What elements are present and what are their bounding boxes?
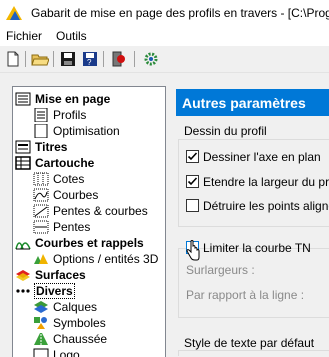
road-icon: [34, 333, 48, 345]
window-title: Gabarit de mise en page des profils en t…: [31, 6, 329, 20]
tree-item-label: Courbes et rappels: [35, 236, 144, 250]
tree-item-label: Divers: [34, 283, 75, 299]
menu-outils[interactable]: Outils: [56, 29, 87, 43]
checkbox-label: Limiter la courbe TN: [203, 241, 311, 255]
checkbox-label: Dessiner l'axe en plan: [203, 150, 321, 164]
green-curves-icon: [15, 242, 31, 250]
blank-page-icon: [34, 124, 48, 138]
checkbox-box[interactable]: [186, 199, 199, 212]
check-icon: [187, 177, 198, 186]
tree-item-label: Cotes: [53, 172, 85, 186]
tree-item-label: Chaussée: [53, 332, 108, 346]
profile-icon: [34, 108, 48, 122]
par-rapport-ligne-label: Par rapport à la ligne :: [186, 288, 305, 302]
tree-item-label: Courbes: [53, 188, 99, 202]
menu-bar: Fichier Outils: [0, 26, 329, 46]
group-title: Dessin du profil: [182, 124, 269, 138]
check-icon: [187, 152, 198, 161]
group-title: Style de texte par défaut: [182, 336, 317, 350]
surlargeurs-label: Surlargeurs :: [186, 263, 255, 277]
curve-icon: [33, 188, 49, 202]
dimension-grid-icon: [33, 172, 49, 186]
exit-icon[interactable]: [110, 50, 128, 68]
tree-item-label: Pentes: [53, 220, 91, 234]
save-icon[interactable]: [59, 50, 77, 68]
settings-gear-icon[interactable]: [142, 50, 160, 68]
surfaces-icon: [16, 270, 30, 281]
tree-item-label: Surfaces: [35, 268, 86, 282]
symbols-icon: [34, 317, 47, 329]
layers-icon: [34, 301, 48, 313]
tree-item-label: Options / entités 3D: [53, 252, 159, 266]
svg-text:?: ?: [87, 58, 92, 67]
tree-item-label: Cartouche: [35, 156, 95, 170]
toolbar-separator: [53, 51, 54, 67]
options-3d-icon: [34, 254, 48, 264]
panel-header: Autres paramètres: [176, 89, 329, 116]
open-folder-icon[interactable]: [31, 50, 49, 68]
toolbar: ?: [0, 46, 329, 73]
tree-item-label: Profils: [53, 108, 87, 122]
checkbox-label: Etendre la largeur du profil: [203, 175, 329, 189]
title-bar: Gabarit de mise en page des profils en t…: [0, 0, 329, 26]
group-style-texte: [178, 350, 329, 356]
toolbar-separator: [103, 51, 104, 67]
dots-icon: [16, 289, 30, 293]
tree-item-label: Symboles: [53, 316, 106, 330]
tree-item-label: Calques: [53, 300, 98, 314]
mouse-pointer-icon: [186, 240, 200, 261]
slope-icon: [33, 220, 49, 234]
menu-fichier[interactable]: Fichier: [6, 29, 42, 43]
tree-item-label: Titres: [35, 140, 68, 154]
save-as-icon[interactable]: ?: [81, 50, 99, 68]
slope-curve-icon: [33, 204, 49, 218]
tree-item-label: Optimisation: [53, 124, 120, 138]
page-layout-icon: [15, 92, 31, 106]
checkbox-label: Détruire les points alignés: [203, 199, 329, 213]
table-icon: [15, 156, 31, 170]
tree-item-label: Pentes & courbes: [53, 204, 148, 218]
toolbar-separator: [25, 51, 26, 67]
toolbar-separator: [134, 51, 135, 67]
settings-panel: Autres paramètres Dessin du profil Dessi…: [176, 86, 329, 356]
app-icon: [6, 6, 22, 20]
tree-item-label: Mise en page: [35, 92, 111, 106]
new-file-icon[interactable]: [4, 50, 22, 68]
settings-tree[interactable]: Mise en page Profils Optimisation Titres…: [12, 86, 166, 357]
panel-title: Autres paramètres: [182, 95, 306, 111]
title-icon: [15, 140, 31, 154]
